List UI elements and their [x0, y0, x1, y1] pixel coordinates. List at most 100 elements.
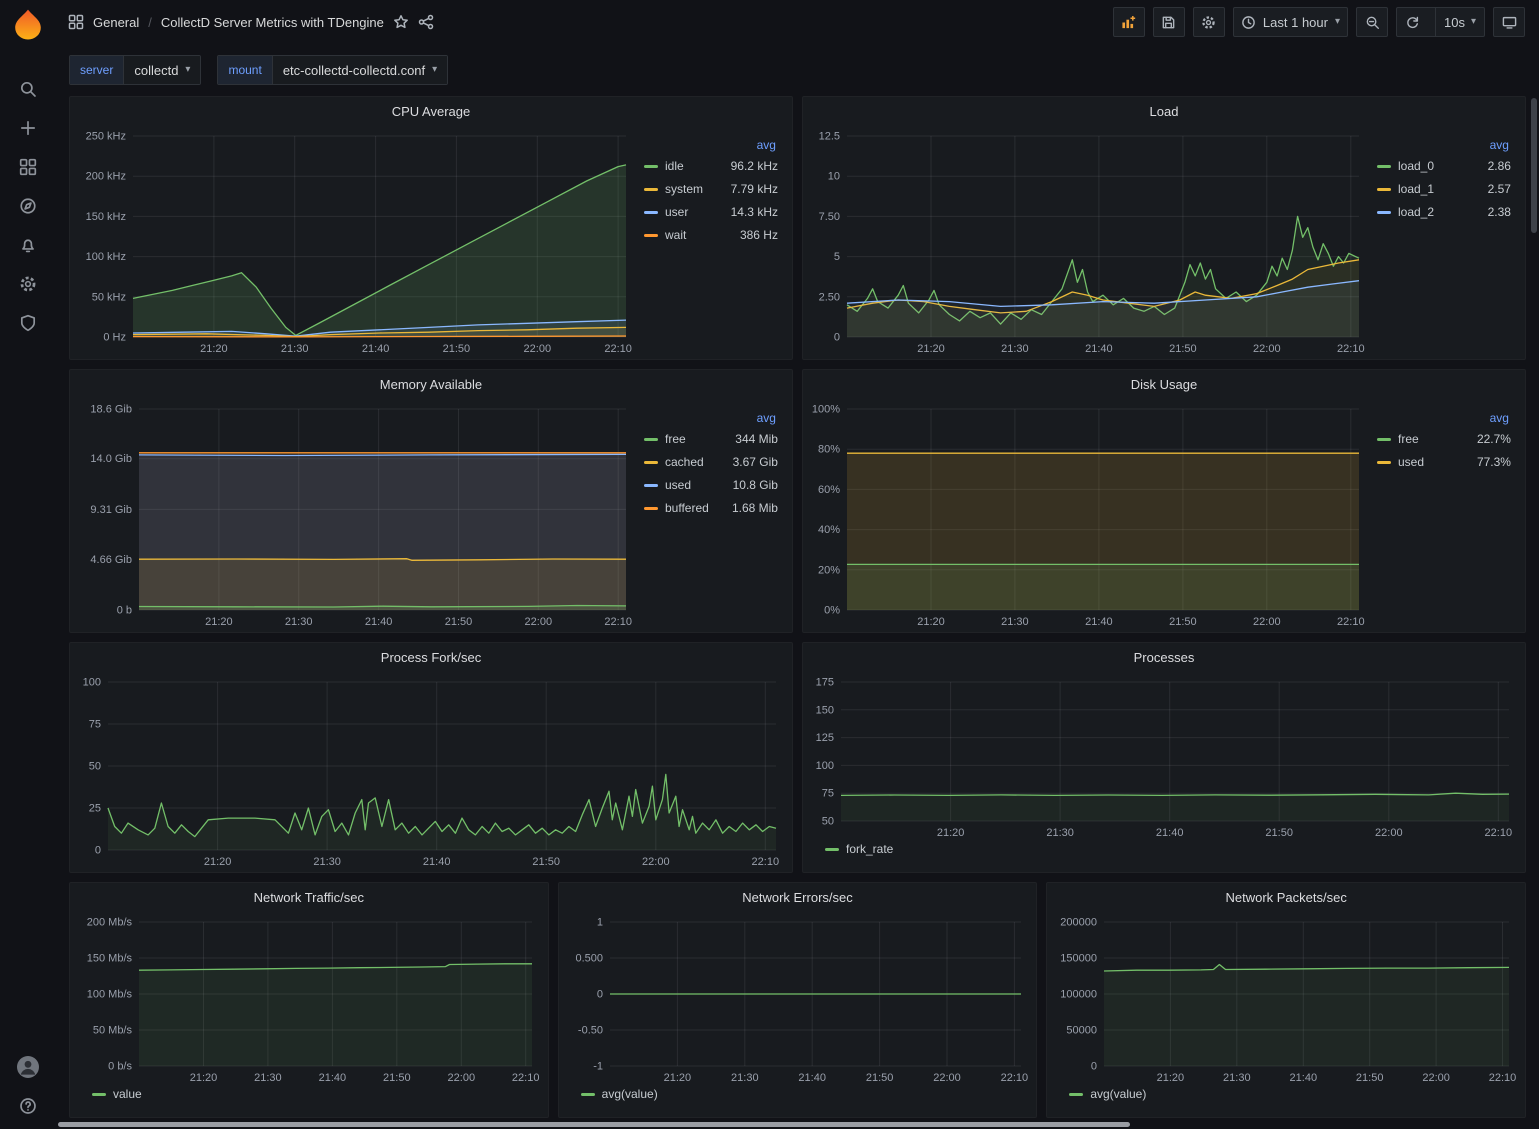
svg-text:21:50: 21:50 [532, 856, 560, 868]
chart-process-fork[interactable]: 21:2021:3021:4021:5022:0022:100255075100 [76, 672, 786, 870]
dashboard-grid: CPU Average 21:2021:3021:4021:5022:0022:… [56, 96, 1539, 1118]
panel-title[interactable]: Network Traffic/sec [70, 883, 548, 912]
legend-item[interactable]: load_12.57 [1377, 182, 1511, 196]
vertical-scrollbar-thumb[interactable] [1531, 98, 1537, 233]
variable-value-dropdown[interactable]: etc-collectd-collectd.conf ▾ [272, 56, 447, 84]
svg-text:0: 0 [95, 845, 101, 857]
series-label[interactable]: value [113, 1087, 142, 1101]
legend-item[interactable]: system 7.79 kHz [644, 182, 778, 196]
series-label[interactable]: load_2 [1398, 205, 1434, 219]
svg-text:21:30: 21:30 [1001, 343, 1029, 355]
series-value: 386 Hz [740, 228, 778, 242]
series-label[interactable]: free [1398, 432, 1419, 446]
chart-disk-usage[interactable]: 21:2021:3021:4021:5022:0022:100%20%40%60… [809, 399, 1369, 630]
zoom-out-button[interactable] [1356, 7, 1388, 37]
configuration-gear-icon[interactable] [19, 275, 37, 293]
svg-text:0.500: 0.500 [575, 953, 603, 965]
panel-title[interactable]: Memory Available [70, 370, 792, 399]
series-label[interactable]: load_0 [1398, 159, 1434, 173]
legend-column-header[interactable]: avg [644, 411, 778, 425]
legend-item[interactable]: value [92, 1087, 142, 1101]
panel-title[interactable]: Network Packets/sec [1047, 883, 1525, 912]
svg-text:21:40: 21:40 [319, 1072, 347, 1084]
series-label[interactable]: cached [665, 455, 704, 469]
star-icon[interactable] [393, 14, 409, 30]
panel-title[interactable]: Disk Usage [803, 370, 1525, 399]
dashboard-title[interactable]: CollectD Server Metrics with TDengine [161, 15, 384, 30]
legend-item[interactable]: wait 386 Hz [644, 228, 778, 242]
legend-item[interactable]: user14.3 kHz [644, 205, 778, 219]
panel-title[interactable]: Processes [803, 643, 1525, 672]
legend-item[interactable]: cached3.67 Gib [644, 455, 778, 469]
series-label[interactable]: buffered [665, 501, 709, 515]
breadcrumb-folder[interactable]: General [93, 15, 139, 30]
create-plus-icon[interactable] [19, 119, 37, 137]
grafana-logo[interactable] [12, 8, 44, 40]
sidebar-bottom [16, 1055, 40, 1115]
time-range-picker[interactable]: Last 1 hour ▾ [1233, 7, 1348, 37]
search-icon[interactable] [19, 80, 37, 98]
dashboards-grid-icon[interactable] [19, 158, 37, 176]
legend-item[interactable]: idle96.2 kHz [644, 159, 778, 173]
legend-item[interactable]: free344 Mib [644, 432, 778, 446]
svg-text:22:00: 22:00 [1423, 1072, 1451, 1084]
save-dashboard-button[interactable] [1153, 7, 1185, 37]
series-label[interactable]: idle [665, 159, 684, 173]
legend-item[interactable]: fork_rate [825, 842, 893, 856]
legend-item[interactable]: free22.7% [1377, 432, 1511, 446]
panel-title[interactable]: Load [803, 97, 1525, 126]
cycle-view-button[interactable] [1493, 7, 1525, 37]
legend-item[interactable]: load_02.86 [1377, 159, 1511, 173]
chart-network-packets[interactable]: 21:2021:3021:4021:5022:0022:100500001000… [1053, 912, 1519, 1086]
chart-memory-available[interactable]: 21:2021:3021:4021:5022:0022:100 b4.66 Gi… [76, 399, 636, 630]
series-label[interactable]: user [665, 205, 688, 219]
series-label[interactable]: avg(value) [1090, 1087, 1146, 1101]
legend-item[interactable]: load_22.38 [1377, 205, 1511, 219]
refresh-button[interactable] [1397, 8, 1428, 36]
svg-text:50: 50 [89, 761, 101, 773]
refresh-interval-dropdown[interactable]: 10s ▾ [1435, 8, 1484, 36]
chart-load[interactable]: 21:2021:3021:4021:5022:0022:1002.5057.50… [809, 126, 1369, 357]
horizontal-scrollbar-thumb[interactable] [58, 1122, 1130, 1127]
svg-text:21:30: 21:30 [1001, 616, 1029, 628]
legend-item[interactable]: used77.3% [1377, 455, 1511, 469]
legend-column-header[interactable]: avg [1377, 138, 1511, 152]
legend-item[interactable]: avg(value) [581, 1087, 658, 1101]
legend-item[interactable]: avg(value) [1069, 1087, 1146, 1101]
svg-text:60%: 60% [818, 484, 840, 496]
chart-network-traffic[interactable]: 21:2021:3021:4021:5022:0022:100 b/s50 Mb… [76, 912, 542, 1086]
panel-title[interactable]: Process Fork/sec [70, 643, 792, 672]
server-admin-shield-icon[interactable] [19, 314, 37, 332]
legend-item[interactable]: used10.8 Gib [644, 478, 778, 492]
explore-compass-icon[interactable] [19, 197, 37, 215]
dashboard-apps-icon[interactable] [68, 14, 84, 30]
series-label[interactable]: used [665, 478, 691, 492]
series-label[interactable]: used [1398, 455, 1424, 469]
share-icon[interactable] [418, 14, 434, 30]
series-label[interactable]: free [665, 432, 686, 446]
series-label[interactable]: load_1 [1398, 182, 1434, 196]
dashboard-settings-button[interactable] [1193, 7, 1225, 37]
panel-title[interactable]: CPU Average [70, 97, 792, 126]
chart-processes[interactable]: 21:2021:3021:4021:5022:0022:105075100125… [809, 672, 1519, 841]
series-label[interactable]: wait [665, 228, 686, 242]
series-label[interactable]: system [665, 182, 703, 196]
svg-text:2.50: 2.50 [819, 291, 840, 303]
variable-server: server collectd ▾ [69, 55, 201, 85]
legend-item[interactable]: buffered1.68 Mib [644, 501, 778, 515]
alerting-bell-icon[interactable] [19, 236, 37, 254]
variable-value-dropdown[interactable]: collectd ▾ [123, 56, 200, 84]
svg-text:22:10: 22:10 [1337, 616, 1365, 628]
legend-column-header[interactable]: avg [1377, 411, 1511, 425]
help-icon[interactable] [19, 1097, 37, 1115]
legend-column-header[interactable]: avg [644, 138, 778, 152]
series-label[interactable]: fork_rate [846, 842, 893, 856]
chart-network-errors[interactable]: 21:2021:3021:4021:5022:0022:10-1-0.5000.… [565, 912, 1031, 1086]
user-avatar[interactable] [16, 1055, 40, 1079]
series-value: 7.79 kHz [731, 182, 778, 196]
add-panel-button[interactable] [1113, 7, 1145, 37]
chart-cpu-average[interactable]: 21:2021:3021:4021:5022:0022:100 Hz50 kHz… [76, 126, 636, 357]
svg-text:10: 10 [828, 171, 840, 183]
panel-title[interactable]: Network Errors/sec [559, 883, 1037, 912]
series-label[interactable]: avg(value) [602, 1087, 658, 1101]
